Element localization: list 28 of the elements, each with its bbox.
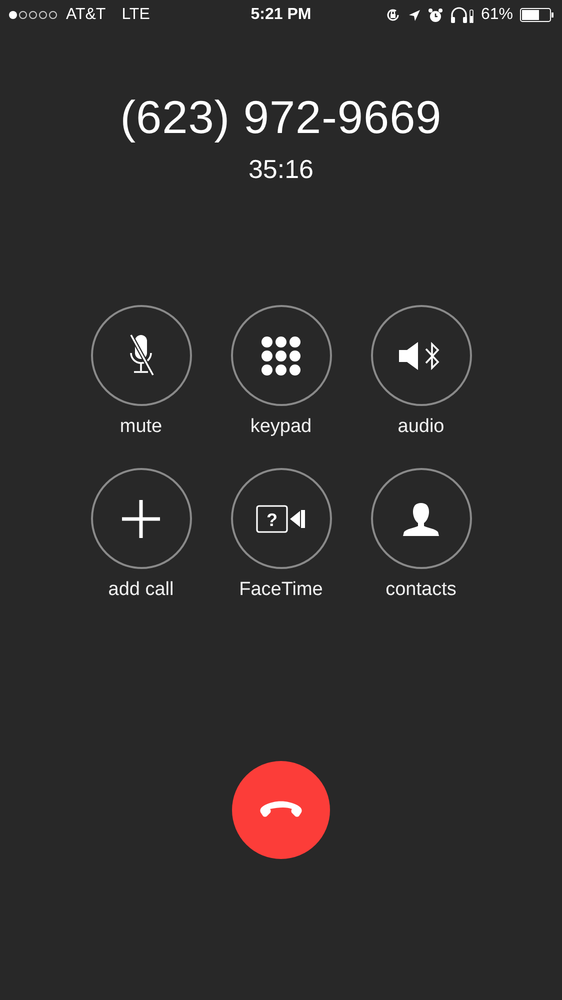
person-silhouette-icon bbox=[402, 502, 440, 536]
button-label: keypad bbox=[250, 416, 312, 438]
location-icon bbox=[408, 8, 421, 22]
rotation-lock-icon bbox=[384, 7, 401, 23]
hang-up-icon bbox=[259, 801, 303, 819]
phone-number: (623) 972-9669 bbox=[120, 90, 442, 144]
network-type: LTE bbox=[122, 6, 150, 24]
plus-icon bbox=[122, 500, 160, 538]
carrier: AT&T bbox=[66, 6, 106, 24]
facetime-button[interactable]: ? bbox=[230, 468, 332, 569]
battery-percent: 61% bbox=[480, 6, 513, 24]
battery-icon bbox=[520, 8, 554, 22]
signal-icon bbox=[8, 10, 60, 20]
button-label: audio bbox=[398, 416, 444, 438]
keypad-button[interactable] bbox=[230, 305, 332, 406]
alarm-icon bbox=[428, 8, 443, 22]
button-label: add call bbox=[108, 579, 174, 601]
keypad-icon bbox=[261, 336, 301, 376]
status-time: 5:21 PM bbox=[250, 6, 312, 24]
audio-button[interactable] bbox=[370, 305, 472, 406]
button-label: mute bbox=[120, 416, 162, 438]
button-label: contacts bbox=[386, 579, 456, 601]
mute-button[interactable] bbox=[90, 305, 192, 406]
button-label: FaceTime bbox=[239, 579, 323, 601]
call-duration: 35:16 bbox=[248, 154, 314, 185]
headphones-icon bbox=[450, 7, 474, 23]
add-button[interactable] bbox=[90, 468, 192, 569]
contacts-button[interactable] bbox=[370, 468, 472, 569]
